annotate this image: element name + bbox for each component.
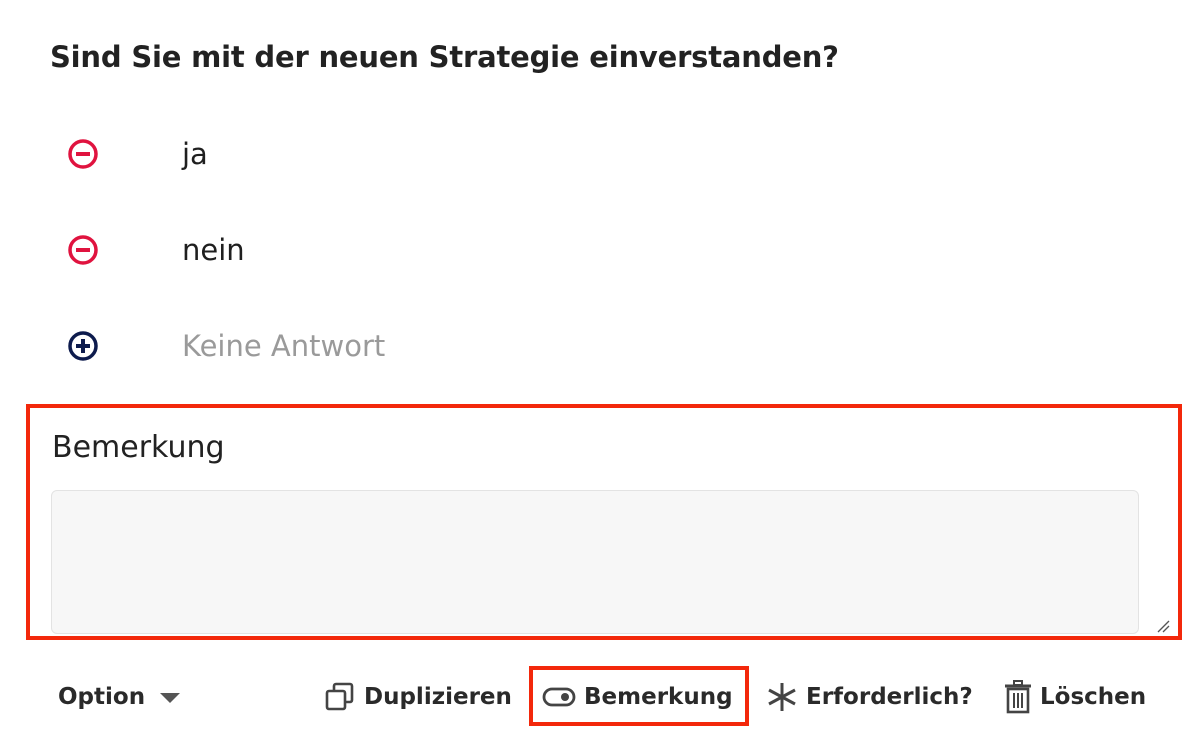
asterisk-icon bbox=[766, 681, 798, 713]
answer-option-label[interactable]: nein bbox=[182, 233, 245, 267]
duplicate-icon bbox=[324, 681, 356, 713]
caret-down-icon bbox=[159, 684, 181, 710]
add-answer-option-label[interactable]: Keine Antwort bbox=[182, 329, 385, 363]
required-toggle-label: Erforderlich? bbox=[806, 684, 973, 710]
duplicate-label: Duplizieren bbox=[364, 684, 512, 710]
remark-textarea[interactable] bbox=[51, 490, 1139, 634]
delete-button[interactable]: Löschen bbox=[1004, 678, 1146, 716]
minus-circle-icon[interactable] bbox=[66, 233, 100, 267]
remark-toggle-button[interactable]: Bemerkung bbox=[542, 678, 733, 716]
required-toggle-button[interactable]: Erforderlich? bbox=[766, 678, 973, 716]
plus-circle-icon[interactable] bbox=[66, 329, 100, 363]
question-toolbar: Option Duplizieren Bemerkung Erforderlic… bbox=[0, 664, 1190, 730]
answer-option: nein bbox=[66, 230, 245, 270]
remark-title: Bemerkung bbox=[52, 430, 225, 465]
answer-option: ja bbox=[66, 134, 208, 174]
add-answer-option: Keine Antwort bbox=[66, 326, 385, 366]
minus-circle-icon[interactable] bbox=[66, 137, 100, 171]
option-dropdown[interactable]: Option bbox=[58, 678, 181, 716]
toggle-icon bbox=[542, 686, 576, 708]
trash-icon bbox=[1004, 680, 1032, 714]
resize-grip-icon[interactable] bbox=[1156, 618, 1170, 633]
option-dropdown-label: Option bbox=[58, 684, 146, 710]
remark-section: Bemerkung bbox=[26, 404, 1182, 640]
remark-toggle-label: Bemerkung bbox=[584, 684, 733, 710]
answer-option-label[interactable]: ja bbox=[182, 137, 208, 171]
delete-label: Löschen bbox=[1040, 684, 1147, 710]
duplicate-button[interactable]: Duplizieren bbox=[324, 678, 512, 716]
question-title[interactable]: Sind Sie mit der neuen Strategie einvers… bbox=[50, 40, 839, 74]
question-editor: Sind Sie mit der neuen Strategie einvers… bbox=[0, 0, 1190, 752]
